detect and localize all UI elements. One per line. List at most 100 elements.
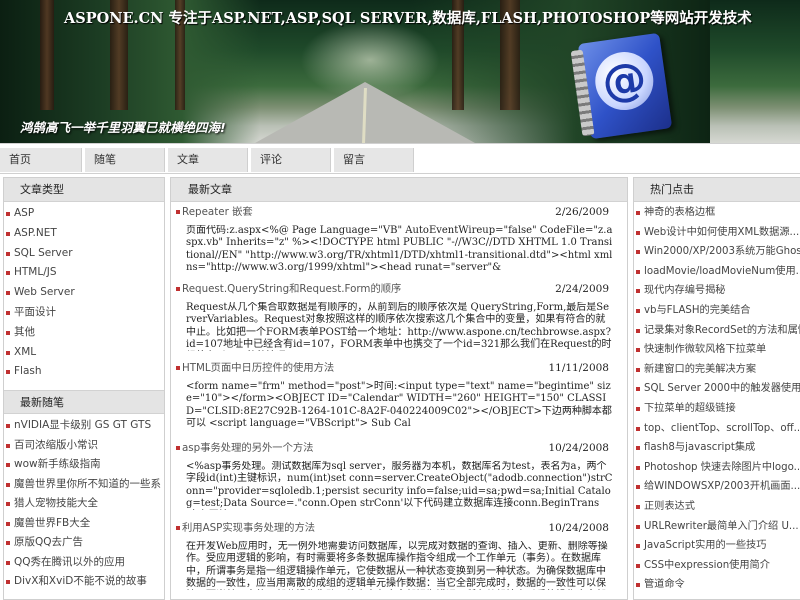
bullet-icon [6, 424, 10, 429]
hot-item[interactable]: SQL Server 2000中的触发器使用 [634, 379, 800, 399]
bullet-icon [176, 287, 180, 291]
bullet-icon [636, 504, 640, 509]
category-item[interactable]: ASP [4, 204, 164, 224]
article-header: HTML页面中日历控件的使用方法 11/11/2008 [176, 360, 617, 377]
recent-post-item[interactable]: 原版QQ去广告 [4, 533, 164, 553]
category-item[interactable]: ASP.NET [4, 224, 164, 244]
hot-item[interactable]: JavaScript实用的一些技巧 [634, 536, 800, 556]
article-title[interactable]: Repeater 嵌套 [182, 206, 253, 218]
recent-posts-section: 最新随笔 nVIDIA显卡级别 GS GT GTS 百司浓缩版小常识 wow新手… [4, 390, 164, 592]
bullet-icon [6, 560, 10, 565]
article-item: 利用ASP实现事务处理的方法 10/24/2008 在开发Web应用时，无一例外… [171, 520, 627, 599]
article-title[interactable]: Request.QueryString和Request.Form的顺序 [182, 283, 401, 295]
article-date: 10/24/2008 [548, 522, 609, 534]
article-header: 利用ASP实现事务处理的方法 10/24/2008 [176, 520, 617, 537]
site-banner: ASPONE.CN 专注于ASP.NET,ASP,SQL SERVER,数据库,… [0, 0, 800, 143]
recent-post-item[interactable]: 猎人宠物技能大全 [4, 494, 164, 514]
latest-articles-heading: 最新文章 [171, 178, 627, 202]
category-item[interactable]: SQL Server [4, 244, 164, 264]
site-slogan: 鸿鹄高飞一举千里羽翼已就横绝四海! [20, 120, 226, 135]
bullet-icon [176, 526, 180, 530]
bullet-icon [636, 465, 640, 470]
hot-item[interactable]: Photoshop 快速去除图片中logo... [634, 458, 800, 478]
article-date: 10/24/2008 [548, 442, 609, 454]
nav-comments[interactable]: 评论 [251, 148, 331, 172]
hot-item[interactable]: URLRewriter最简单入门介绍 U... [634, 517, 800, 537]
bullet-icon [636, 524, 640, 529]
nav-articles[interactable]: 文章 [168, 148, 248, 172]
article-title[interactable]: asp事务处理的另外一个方法 [182, 442, 313, 454]
bullet-icon [6, 482, 10, 487]
article-item: Repeater 嵌套 2/26/2009 页面代码:z.aspx<%@ Pag… [171, 204, 627, 281]
address-book-logo: @ [570, 32, 673, 140]
hot-clicks-heading: 热门点击 [634, 178, 800, 202]
bullet-icon [6, 310, 10, 315]
bullet-icon [6, 502, 10, 507]
category-item[interactable]: XML [4, 343, 164, 363]
recent-post-item[interactable]: wow新手练级指南 [4, 455, 164, 475]
hot-item[interactable]: 下拉菜单的超级链接 [634, 399, 800, 419]
hot-item[interactable]: 正则表达式 [634, 497, 800, 517]
bullet-icon [6, 541, 10, 546]
hot-item[interactable]: 记录集对象RecordSet的方法和属性 [634, 321, 800, 341]
article-date: 2/26/2009 [555, 206, 609, 218]
bullet-icon [6, 580, 10, 585]
hot-item[interactable]: loadMovie/loadMovieNum使用... [634, 262, 800, 282]
recent-post-item[interactable]: 百司浓缩版小常识 [4, 436, 164, 456]
bullet-icon [636, 367, 640, 372]
article-title[interactable]: 利用ASP实现事务处理的方法 [182, 522, 315, 534]
hot-item[interactable]: 神奇的表格边框 [634, 203, 800, 223]
hot-item[interactable]: top、clientTop、scrollTop、off... [634, 419, 800, 439]
hot-item[interactable]: Win2000/XP/2003系统万能Ghost... [634, 242, 800, 262]
bullet-icon [636, 583, 640, 588]
hot-item[interactable]: 现代内存编号揭秘 [634, 281, 800, 301]
category-item[interactable]: 平面设计 [4, 303, 164, 323]
bullet-icon [636, 250, 640, 255]
hot-item[interactable]: CSS中expression使用简介 [634, 556, 800, 576]
left-sidebar: 文章类型 ASP ASP.NET SQL Server HTML/JS Web … [3, 177, 165, 600]
bullet-icon [6, 330, 10, 335]
category-item[interactable]: HTML/JS [4, 263, 164, 283]
article-date: 2/24/2009 [555, 283, 609, 295]
nav-guestbook[interactable]: 留言 [334, 148, 414, 172]
recent-post-item[interactable]: 魔兽世界FB大全 [4, 514, 164, 534]
site-title: ASPONE.CN 专注于ASP.NET,ASP,SQL SERVER,数据库,… [64, 10, 752, 27]
hot-item[interactable]: 管道命令 [634, 575, 800, 595]
article-item: HTML页面中日历控件的使用方法 11/11/2008 <form name="… [171, 360, 627, 440]
hot-item[interactable]: flash8与javascript集成 [634, 438, 800, 458]
main-content: 最新文章 Repeater 嵌套 2/26/2009 页面代码:z.aspx<%… [170, 177, 628, 600]
bullet-icon [636, 211, 640, 215]
bullet-icon [6, 463, 10, 468]
hot-item[interactable]: 快速制作微软风格下拉菜单 [634, 340, 800, 360]
categories-heading: 文章类型 [4, 178, 164, 202]
recent-post-item[interactable]: 魔兽世界里你所不知道的一些系 [4, 475, 164, 495]
hot-item[interactable]: vb与FLASH的完美结合 [634, 301, 800, 321]
category-item[interactable]: Web Server [4, 283, 164, 303]
article-excerpt: <%asp事务处理。测试数据库为sql server，服务器为本机，数据库名为t… [186, 461, 613, 509]
category-item[interactable]: 其他 [4, 323, 164, 343]
recent-post-item[interactable]: nVIDIA显卡级别 GS GT GTS [4, 416, 164, 436]
bullet-icon [636, 563, 640, 568]
category-item[interactable]: Flash [4, 362, 164, 382]
bullet-icon [6, 350, 10, 355]
nav-essays[interactable]: 随笔 [85, 148, 165, 172]
bullet-icon [636, 289, 640, 294]
hot-clicks-list: 神奇的表格边框 Web设计中如何使用XML数据源... Win2000/XP/2… [634, 202, 800, 595]
article-excerpt: <form name="frm" method="post">时间:<input… [186, 381, 612, 429]
article-title[interactable]: HTML页面中日历控件的使用方法 [182, 362, 334, 374]
hot-item[interactable]: 给WINDOWSXP/2003开机画面... [634, 477, 800, 497]
recent-posts-heading: 最新随笔 [4, 390, 164, 415]
recent-post-item[interactable]: QQ秀在腾讯以外的应用 [4, 553, 164, 573]
article-item: asp事务处理的另外一个方法 10/24/2008 <%asp事务处理。测试数据… [171, 440, 627, 520]
nav-home[interactable]: 首页 [0, 148, 82, 172]
article-header: Request.QueryString和Request.Form的顺序 2/24… [176, 281, 617, 298]
hot-item[interactable]: 新建窗口的完美解决方案 [634, 360, 800, 380]
article-excerpt: 在开发Web应用时，无一例外地需要访问数据库，以完成对数据的查询、插入、更新、删… [186, 541, 608, 589]
recent-post-item[interactable]: DivX和XviD不能不说的故事 [4, 572, 164, 592]
bullet-icon [176, 446, 180, 450]
bullet-icon [6, 251, 10, 256]
article-header: asp事务处理的另外一个方法 10/24/2008 [176, 440, 617, 457]
hot-item[interactable]: Web设计中如何使用XML数据源... [634, 223, 800, 243]
bullet-icon [636, 308, 640, 313]
bullet-icon [6, 291, 10, 296]
